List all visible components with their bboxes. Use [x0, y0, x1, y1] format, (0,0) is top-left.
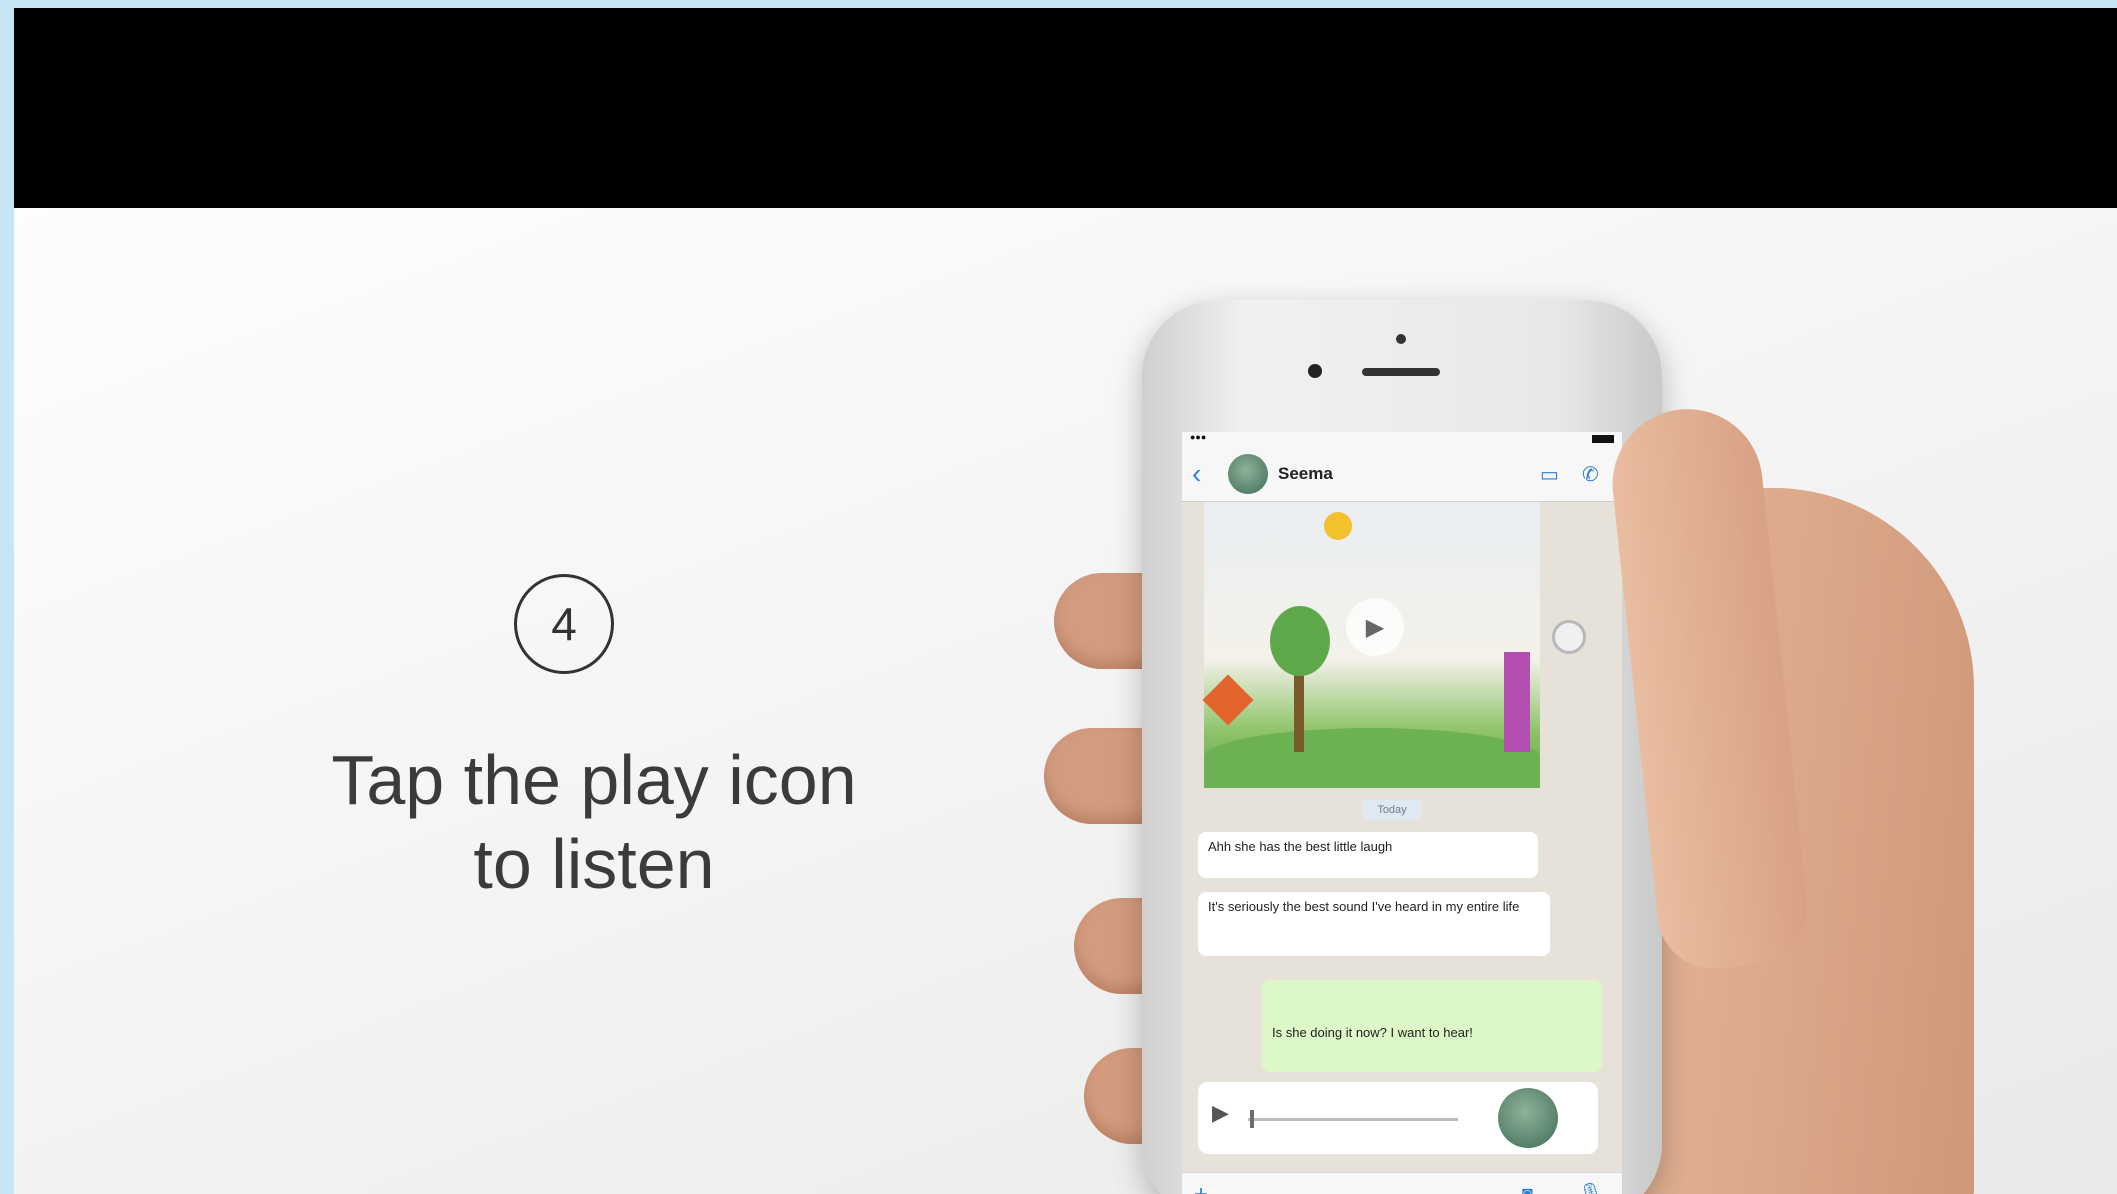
forward-icon[interactable] [1552, 620, 1586, 654]
instruction-line-2: to listen [473, 825, 715, 903]
status-bar: ●●● [1182, 432, 1622, 446]
drawing-kite [1202, 674, 1254, 726]
drawing-tower [1504, 652, 1530, 752]
phone-sensor [1396, 334, 1406, 344]
voice-play-icon[interactable]: ▶ [1212, 1100, 1229, 1126]
outgoing-message[interactable]: Is she doing it now? I want to hear! [1262, 980, 1602, 1072]
instruction-text: Tap the play icon to listen [214, 738, 974, 906]
drawing-hill [1204, 728, 1540, 788]
camera-icon[interactable]: ◙ [1522, 1183, 1533, 1194]
voice-message[interactable]: ▶ [1198, 1082, 1598, 1154]
incoming-message[interactable]: It's seriously the best sound I've heard… [1198, 892, 1550, 956]
earpiece-speaker [1362, 368, 1440, 376]
contact-name: Seema [1278, 463, 1333, 483]
avatar[interactable] [1228, 453, 1268, 494]
step-number-badge: 4 [514, 574, 614, 674]
video-call-icon[interactable]: ▭ [1540, 462, 1570, 486]
signal-icon: ●●● [1190, 432, 1207, 442]
contact-info[interactable]: Seema [1278, 464, 1528, 484]
top-black-bar [14, 8, 2117, 208]
phone-screen: ●●● ‹ Seema ▭ ✆ ▶ Today Ahh she has the … [1182, 432, 1622, 1194]
plus-icon[interactable]: + [1194, 1181, 1208, 1194]
message-input-bar: + ◙ 🎙 [1182, 1172, 1622, 1194]
chat-header: ‹ Seema ▭ ✆ [1182, 446, 1622, 502]
date-chip: Today [1362, 800, 1422, 820]
drawing-tree-top [1270, 606, 1330, 676]
drawing-sun [1324, 512, 1352, 540]
phone: ●●● ‹ Seema ▭ ✆ ▶ Today Ahh she has the … [1142, 300, 1662, 1194]
phone-call-icon[interactable]: ✆ [1582, 462, 1612, 486]
back-chevron-icon[interactable]: ‹ [1192, 458, 1216, 490]
voice-progress-knob[interactable] [1250, 1110, 1254, 1128]
video-frame: 4 Tap the play icon to listen ●●● ‹ Seem… [14, 8, 2117, 1194]
incoming-message[interactable]: Ahh she has the best little laugh [1198, 832, 1538, 878]
instruction-line-1: Tap the play icon [331, 741, 857, 819]
step-number: 4 [551, 598, 577, 650]
avatar [1498, 1088, 1558, 1148]
video-message-thumbnail[interactable]: ▶ [1202, 502, 1540, 788]
microphone-icon[interactable]: 🎙 [1578, 1181, 1603, 1194]
front-camera [1308, 364, 1322, 378]
battery-icon [1592, 435, 1614, 443]
voice-progress-track[interactable] [1248, 1118, 1458, 1121]
play-icon[interactable]: ▶ [1346, 598, 1404, 656]
